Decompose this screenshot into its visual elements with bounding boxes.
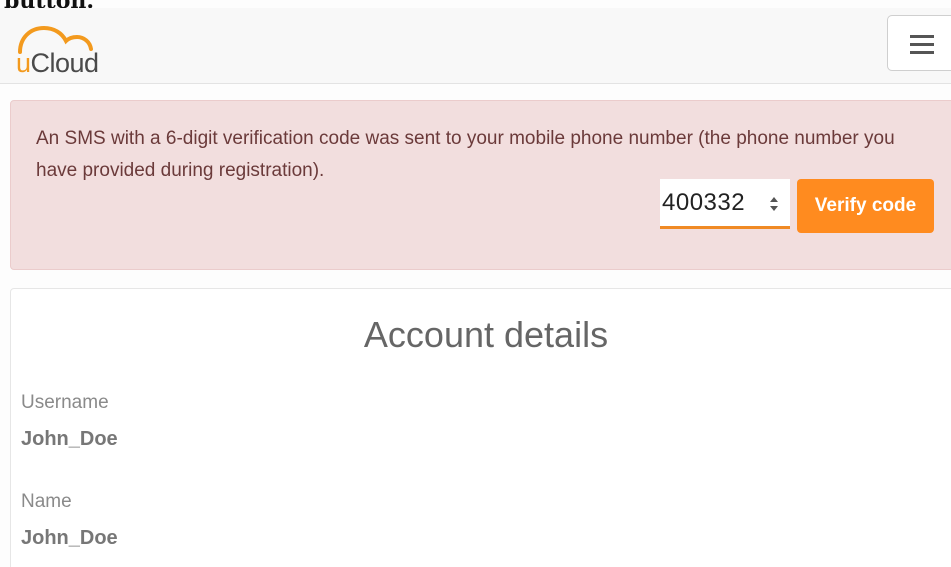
account-details-title: Account details (363, 314, 609, 355)
hamburger-menu-icon (910, 35, 934, 59)
logo-text: uCloud (16, 48, 99, 78)
name-value: John_Doe (21, 527, 118, 549)
verification-code-input[interactable]: 400332 (660, 179, 790, 229)
logo-prefix: u (16, 48, 31, 78)
username-label: Username (21, 392, 109, 413)
logo-suffix: Cloud (30, 48, 100, 78)
navbar: uCloud (0, 8, 951, 84)
alert-message: An SMS with a 6-digit verification code … (36, 128, 895, 181)
verification-code-value: 400332 (662, 189, 746, 216)
username-value: John_Doe (21, 428, 118, 450)
sms-verification-alert: An SMS with a 6-digit verification code … (10, 100, 951, 270)
page: button. uCloud An SMS with a 6-digit ver… (0, 0, 951, 567)
number-spinner-icon[interactable] (767, 194, 781, 214)
ucloud-logo[interactable]: uCloud (14, 20, 104, 78)
name-label: Name (21, 491, 72, 512)
menu-toggle-button[interactable] (887, 15, 951, 71)
verify-code-button[interactable]: Verify code (797, 179, 934, 233)
account-details-panel: Account details Username John_Doe Name J… (10, 288, 951, 567)
